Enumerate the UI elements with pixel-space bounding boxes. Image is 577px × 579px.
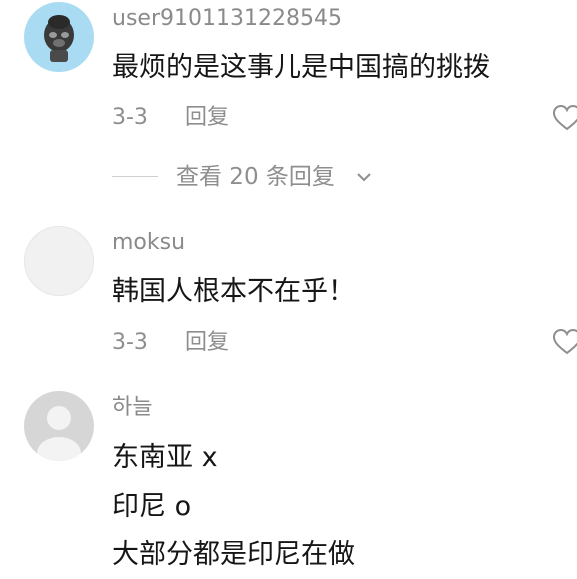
view-replies-label: 查看 20 条回复 [176, 164, 335, 190]
like-button[interactable] [552, 103, 577, 133]
heart-icon [552, 328, 577, 355]
username[interactable]: 하늘 [112, 395, 152, 421]
view-replies-button[interactable]: 查看 20 条回复 [112, 162, 412, 192]
like-button[interactable] [552, 327, 577, 357]
comment-date: 3-3 [112, 105, 148, 130]
comment-text: 最烦的是这事儿是中国搞的挑拨 [112, 52, 490, 83]
comment-date: 3-3 [112, 330, 148, 355]
reply-button[interactable]: 回复 [185, 330, 229, 356]
comment-text-line: 东南亚 x [112, 442, 218, 473]
comment-text-line: 印尼 o [112, 491, 192, 522]
avatar[interactable] [24, 391, 94, 461]
default-user-avatar-icon [37, 406, 81, 461]
comment-thread: user9101131228545 最烦的是这事儿是中国搞的挑拨 3-3 回复 … [0, 0, 577, 579]
chevron-down-icon [357, 173, 371, 182]
dark-monkey-avatar-icon [44, 15, 74, 62]
heart-icon [552, 104, 577, 131]
avatar[interactable] [24, 226, 94, 296]
username[interactable]: user9101131228545 [112, 6, 342, 32]
avatar[interactable] [24, 2, 94, 72]
reply-button[interactable]: 回复 [185, 105, 229, 131]
comment-text-line: 大部分都是印尼在做 [112, 539, 355, 570]
divider [112, 176, 158, 177]
comment-item: user9101131228545 最烦的是这事儿是中国搞的挑拨 3-3 回复 … [0, 0, 577, 200]
username[interactable]: moksu [112, 230, 185, 256]
comment-text: 韩国人根本不在乎！ [112, 276, 355, 307]
